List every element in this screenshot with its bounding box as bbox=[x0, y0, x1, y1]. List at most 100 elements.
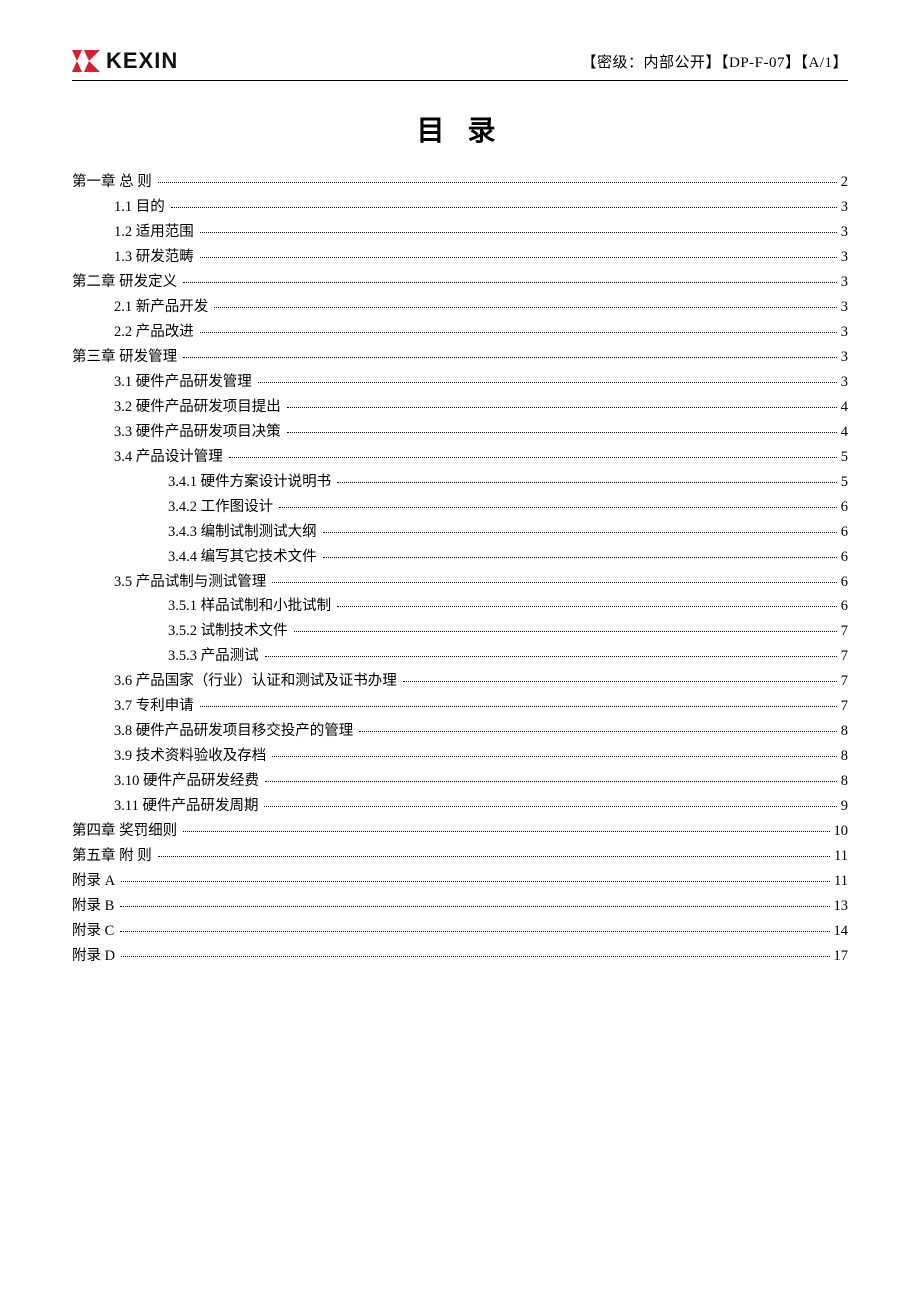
toc-entry-label: 3.8 硬件产品研发项目移交投产的管理 bbox=[114, 720, 357, 742]
toc-entry-page: 7 bbox=[839, 670, 848, 692]
toc-entry: 附录 A11 bbox=[72, 870, 848, 892]
toc-entry-label: 3.1 硬件产品研发管理 bbox=[114, 371, 256, 393]
toc-entry-label: 2.1 新产品开发 bbox=[114, 296, 212, 318]
toc-entry: 3.3 硬件产品研发项目决策 4 bbox=[72, 421, 848, 443]
toc-entry-page: 3 bbox=[839, 296, 848, 318]
toc-entry-label: 1.2 适用范围 bbox=[114, 221, 198, 243]
toc-leader-dots bbox=[323, 532, 837, 533]
toc-entry: 3.4.2 工作图设计6 bbox=[72, 496, 848, 518]
toc-entry-page: 17 bbox=[832, 945, 849, 967]
toc-leader-dots bbox=[200, 706, 837, 707]
toc-leader-dots bbox=[183, 831, 829, 832]
toc-entry: 3.11 硬件产品研发周期9 bbox=[72, 795, 848, 817]
table-of-contents: 第一章 总 则2 1.1 目的 3 1.2 适用范围 3 1.3 研发范畴3 第二章 研发定… bbox=[72, 171, 848, 968]
page-header: KEXIN 【密级：内部公开】【DP-F-07】【A/1】 bbox=[72, 48, 848, 81]
toc-entry: 附录 B13 bbox=[72, 895, 848, 917]
toc-leader-dots bbox=[120, 906, 829, 907]
toc-entry: 3.9 技术资料验收及存档 8 bbox=[72, 745, 848, 767]
toc-entry-page: 2 bbox=[839, 171, 848, 193]
toc-leader-dots bbox=[265, 781, 837, 782]
document-page: KEXIN 【密级：内部公开】【DP-F-07】【A/1】 目 录 第一章 总 … bbox=[0, 0, 920, 1030]
toc-leader-dots bbox=[294, 631, 837, 632]
toc-entry-label: 3.4.2 工作图设计 bbox=[168, 496, 277, 518]
toc-entry-label: 第四章 奖罚细则 bbox=[72, 820, 181, 842]
toc-entry-page: 3 bbox=[839, 221, 848, 243]
toc-entry-page: 3 bbox=[839, 346, 848, 368]
toc-leader-dots bbox=[359, 731, 837, 732]
toc-entry-page: 11 bbox=[832, 845, 848, 867]
toc-entry-page: 4 bbox=[839, 396, 848, 418]
toc-entry: 3.5.1 样品试制和小批试制 6 bbox=[72, 595, 848, 617]
toc-entry-page: 5 bbox=[839, 446, 848, 468]
toc-entry-label: 3.5.1 样品试制和小批试制 bbox=[168, 595, 335, 617]
toc-entry-page: 6 bbox=[839, 546, 848, 568]
toc-entry-label: 3.10 硬件产品研发经费 bbox=[114, 770, 263, 792]
toc-leader-dots bbox=[158, 182, 837, 183]
toc-entry-page: 8 bbox=[839, 720, 848, 742]
toc-entry-label: 3.5.3 产品测试 bbox=[168, 645, 263, 667]
toc-entry-label: 3.4.1 硬件方案设计说明书 bbox=[168, 471, 335, 493]
toc-entry-page: 8 bbox=[839, 745, 848, 767]
toc-leader-dots bbox=[403, 681, 837, 682]
logo: KEXIN bbox=[72, 48, 178, 74]
toc-entry: 1.2 适用范围 3 bbox=[72, 221, 848, 243]
toc-leader-dots bbox=[272, 756, 837, 757]
toc-entry-label: 3.3 硬件产品研发项目决策 bbox=[114, 421, 285, 443]
toc-leader-dots bbox=[287, 432, 837, 433]
toc-leader-dots bbox=[120, 931, 829, 932]
toc-entry: 第二章 研发定义 3 bbox=[72, 271, 848, 293]
toc-entry: 2.2 产品改进 3 bbox=[72, 321, 848, 343]
toc-leader-dots bbox=[121, 956, 829, 957]
toc-entry-page: 6 bbox=[839, 571, 848, 593]
toc-entry: 第一章 总 则2 bbox=[72, 171, 848, 193]
toc-entry-page: 4 bbox=[839, 421, 848, 443]
toc-entry-page: 7 bbox=[839, 645, 848, 667]
toc-entry-label: 3.6 产品国家（行业）认证和测试及证书办理 bbox=[114, 670, 401, 692]
toc-leader-dots bbox=[323, 557, 837, 558]
toc-entry-label: 第二章 研发定义 bbox=[72, 271, 181, 293]
toc-entry: 3.5.2 试制技术文件7 bbox=[72, 620, 848, 642]
toc-entry: 3.4.1 硬件方案设计说明书 5 bbox=[72, 471, 848, 493]
toc-entry-page: 3 bbox=[839, 321, 848, 343]
toc-entry: 2.1 新产品开发 3 bbox=[72, 296, 848, 318]
toc-entry-label: 3.4.3 编制试制测试大纲 bbox=[168, 521, 321, 543]
toc-entry-label: 3.5 产品试制与测试管理 bbox=[114, 571, 270, 593]
toc-entry-label: 3.7 专利申请 bbox=[114, 695, 198, 717]
toc-leader-dots bbox=[121, 881, 830, 882]
toc-leader-dots bbox=[200, 257, 837, 258]
toc-title: 目 录 bbox=[72, 109, 848, 149]
toc-entry: 附录 D 17 bbox=[72, 945, 848, 967]
toc-entry-label: 附录 D bbox=[72, 945, 119, 967]
toc-entry: 附录 C14 bbox=[72, 920, 848, 942]
toc-entry: 第五章 附 则11 bbox=[72, 845, 848, 867]
toc-entry-label: 3.5.2 试制技术文件 bbox=[168, 620, 292, 642]
toc-entry-page: 3 bbox=[839, 271, 848, 293]
toc-leader-dots bbox=[214, 307, 837, 308]
toc-entry-label: 3.9 技术资料验收及存档 bbox=[114, 745, 270, 767]
toc-leader-dots bbox=[337, 606, 837, 607]
toc-entry-label: 3.4.4 编写其它技术文件 bbox=[168, 546, 321, 568]
toc-entry-page: 5 bbox=[839, 471, 848, 493]
toc-entry: 第三章 研发管理 3 bbox=[72, 346, 848, 368]
logo-text: KEXIN bbox=[106, 48, 178, 74]
toc-leader-dots bbox=[337, 482, 837, 483]
toc-entry-page: 6 bbox=[839, 595, 848, 617]
toc-entry: 3.4 产品设计管理5 bbox=[72, 446, 848, 468]
toc-entry-label: 附录 B bbox=[72, 895, 118, 917]
toc-leader-dots bbox=[229, 457, 837, 458]
toc-entry-label: 2.2 产品改进 bbox=[114, 321, 198, 343]
toc-leader-dots bbox=[265, 656, 837, 657]
toc-leader-dots bbox=[287, 407, 837, 408]
toc-entry: 3.6 产品国家（行业）认证和测试及证书办理 7 bbox=[72, 670, 848, 692]
toc-entry-page: 6 bbox=[839, 521, 848, 543]
toc-entry-label: 第三章 研发管理 bbox=[72, 346, 181, 368]
toc-entry: 1.3 研发范畴3 bbox=[72, 246, 848, 268]
toc-leader-dots bbox=[183, 357, 837, 358]
toc-entry: 3.5 产品试制与测试管理 6 bbox=[72, 571, 848, 593]
toc-leader-dots bbox=[171, 207, 837, 208]
toc-entry-page: 3 bbox=[839, 371, 848, 393]
toc-entry: 3.4.3 编制试制测试大纲 6 bbox=[72, 521, 848, 543]
toc-leader-dots bbox=[183, 282, 837, 283]
toc-entry-page: 14 bbox=[832, 920, 849, 942]
toc-entry-label: 1.1 目的 bbox=[114, 196, 169, 218]
